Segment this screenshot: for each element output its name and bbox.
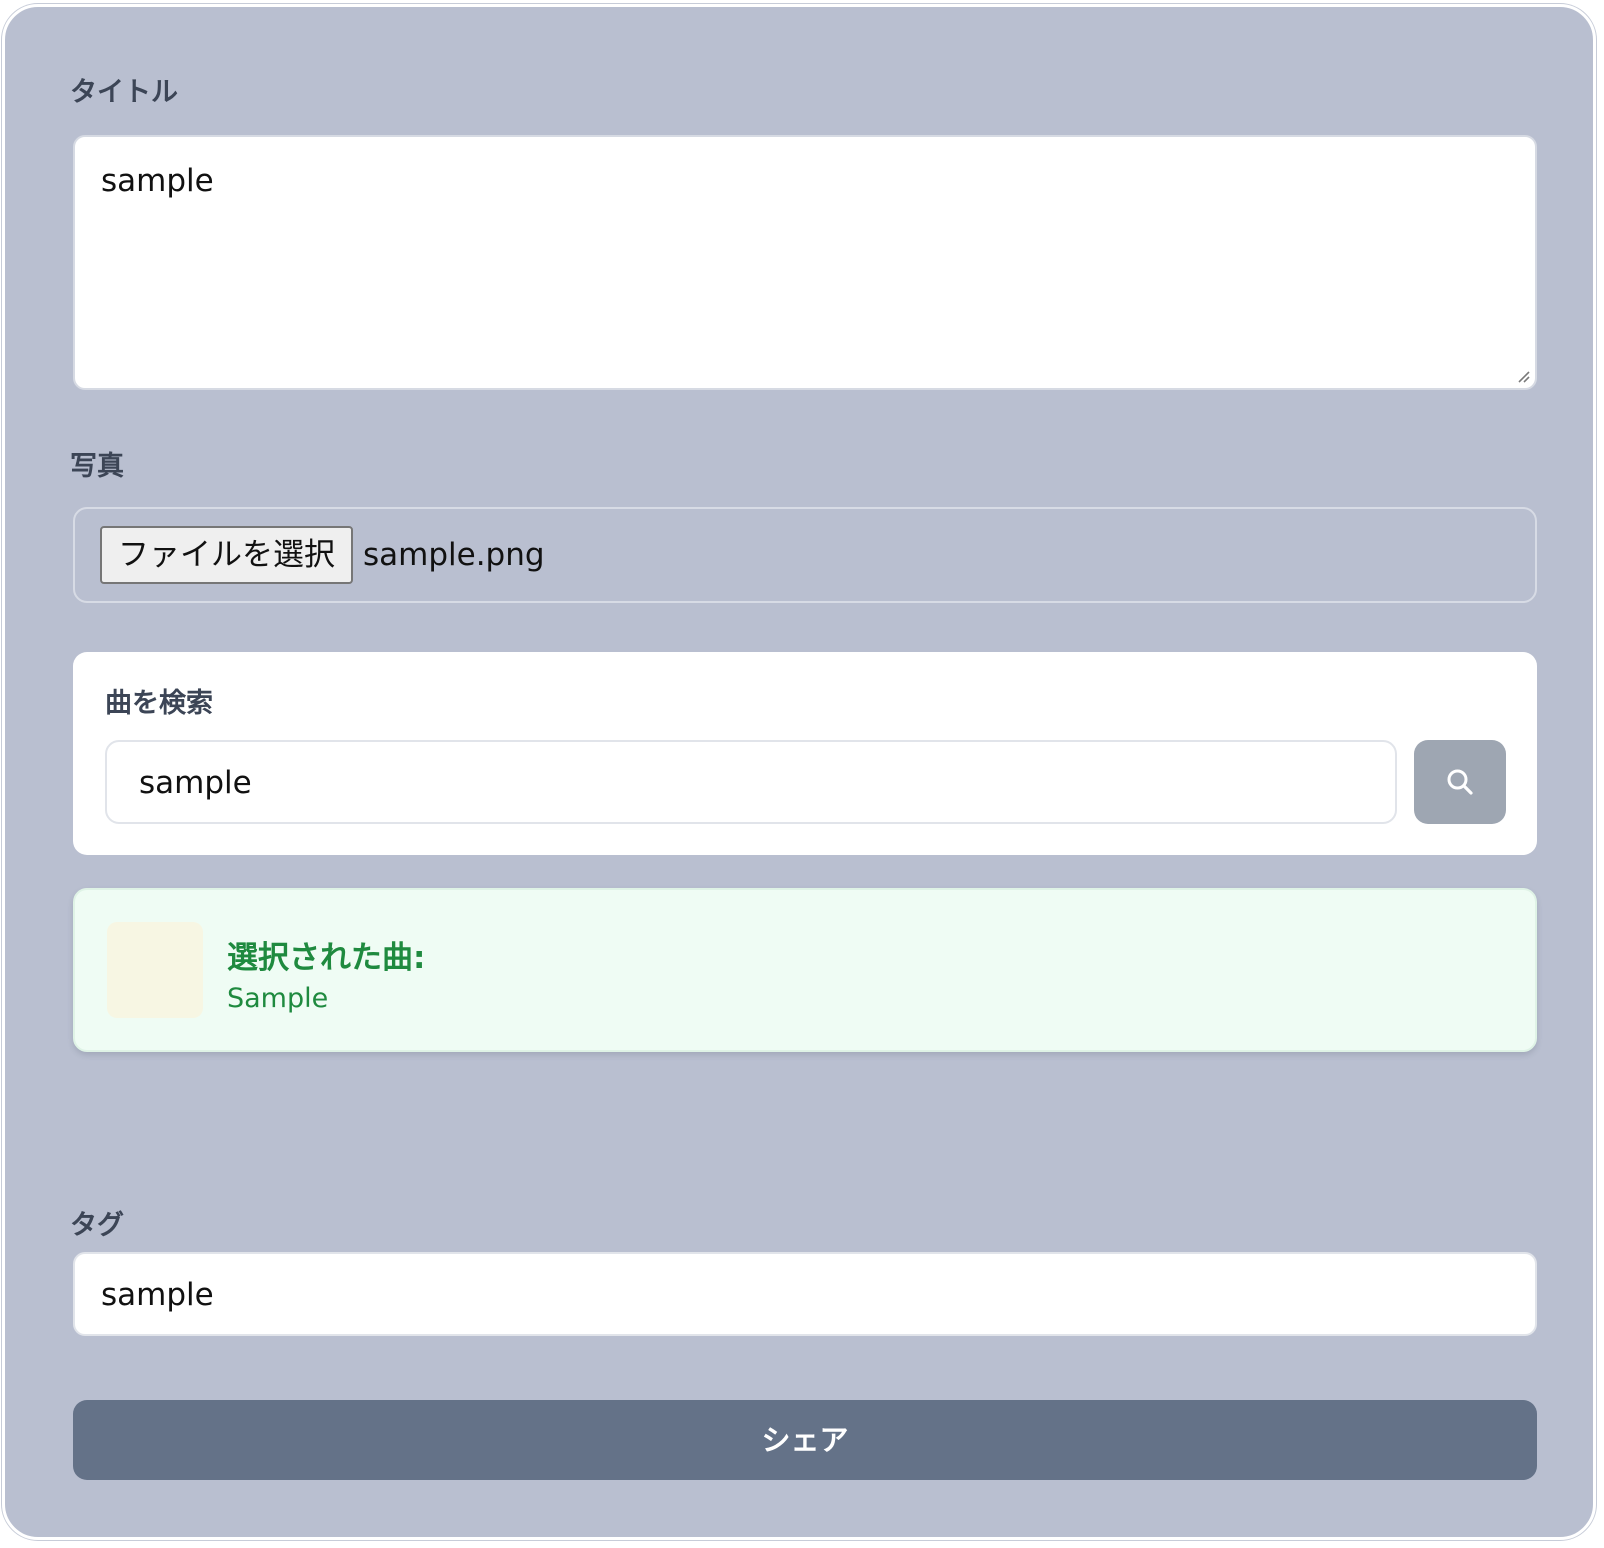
selected-file-name: sample.png (363, 537, 545, 573)
photo-file-input[interactable]: ファイルを選択 sample.png (73, 507, 1537, 603)
song-search-input-value: sample (139, 765, 252, 801)
song-search-card: 曲を検索 sample (73, 652, 1537, 855)
search-icon (1447, 769, 1473, 795)
title-label: タイトル (70, 77, 178, 108)
title-textarea-value: sample (101, 163, 214, 199)
tag-input[interactable]: sample (73, 1252, 1537, 1336)
song-search-label: 曲を検索 (105, 688, 213, 719)
song-search-input[interactable]: sample (105, 740, 1397, 824)
song-search-button[interactable] (1414, 740, 1506, 824)
selected-song-heading: 選択された曲: (227, 940, 426, 976)
song-thumbnail (107, 922, 203, 1018)
choose-file-button[interactable]: ファイルを選択 (100, 526, 353, 584)
title-textarea[interactable]: sample (73, 135, 1537, 390)
resize-handle-icon[interactable] (1515, 368, 1531, 384)
photo-label: 写真 (70, 451, 124, 482)
selected-song-name: Sample (227, 983, 329, 1014)
selected-song-card: 選択された曲: Sample (73, 888, 1537, 1052)
tag-label: タグ (70, 1210, 124, 1241)
post-form-panel: タイトル sample 写真 ファイルを選択 sample.png 曲を検索 s… (2, 4, 1596, 1540)
share-button[interactable]: シェア (73, 1400, 1537, 1480)
tag-input-value: sample (101, 1277, 214, 1313)
